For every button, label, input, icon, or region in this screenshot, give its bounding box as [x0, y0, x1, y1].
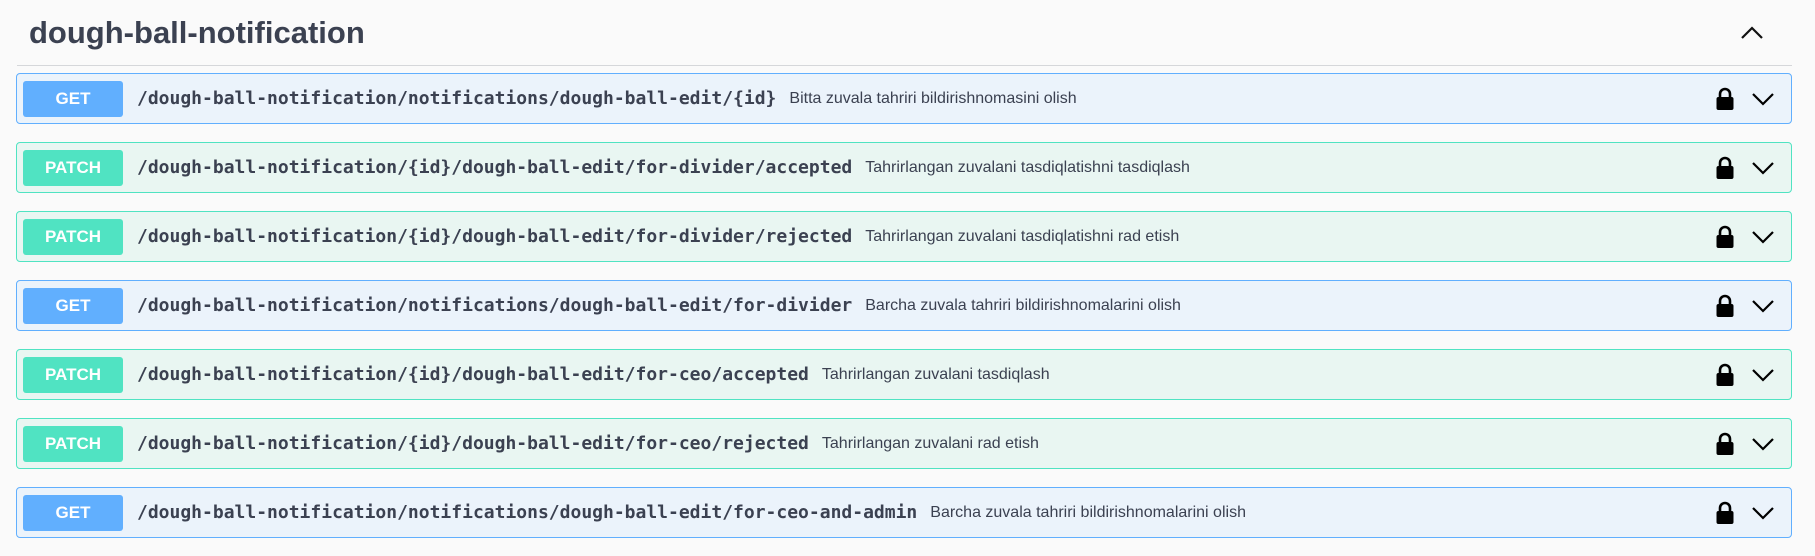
operation-row[interactable]: GET /dough-ball-notification/notificatio…: [16, 280, 1792, 331]
method-badge: GET: [23, 494, 123, 531]
chevron-up-icon: [1741, 25, 1763, 39]
section-title: dough-ball-notification: [29, 14, 365, 50]
operation-path[interactable]: /dough-ball-notification/notifications/d…: [137, 502, 917, 523]
operations-list: GET /dough-ball-notification/notificatio…: [16, 73, 1792, 556]
operation-path[interactable]: /dough-ball-notification/{id}/dough-ball…: [137, 433, 809, 454]
chevron-down-icon[interactable]: [1751, 363, 1775, 387]
operation-path[interactable]: /dough-ball-notification/{id}/dough-ball…: [137, 226, 852, 247]
lock-icon[interactable]: [1715, 500, 1735, 526]
lock-icon[interactable]: [1715, 431, 1735, 457]
method-badge: PATCH: [23, 425, 123, 462]
lock-icon[interactable]: [1715, 362, 1735, 388]
collapse-button[interactable]: [1732, 13, 1772, 53]
operation-row[interactable]: PATCH /dough-ball-notification/{id}/doug…: [16, 418, 1792, 469]
operation-row[interactable]: GET /dough-ball-notification/notificatio…: [16, 73, 1792, 124]
chevron-down-icon[interactable]: [1751, 294, 1775, 318]
operation-summary: Barcha zuvala tahriri bildirishnomalarin…: [930, 503, 1246, 521]
lock-icon[interactable]: [1715, 224, 1735, 250]
operation-row[interactable]: PATCH /dough-ball-notification/{id}/doug…: [16, 211, 1792, 262]
operation-path[interactable]: /dough-ball-notification/{id}/dough-ball…: [137, 157, 852, 178]
section-header[interactable]: dough-ball-notification: [17, 0, 1792, 66]
chevron-down-icon[interactable]: [1751, 156, 1775, 180]
operation-path[interactable]: /dough-ball-notification/notifications/d…: [137, 88, 776, 109]
operation-row[interactable]: GET /dough-ball-notification/notificatio…: [16, 487, 1792, 538]
method-badge: PATCH: [23, 356, 123, 393]
operation-summary: Bitta zuvala tahriri bildirishnomasini o…: [789, 89, 1077, 107]
operation-summary: Tahrirlangan zuvalani tasdiqlatishni rad…: [865, 227, 1180, 245]
operation-summary: Tahrirlangan zuvalani tasdiqlash: [821, 365, 1050, 383]
chevron-down-icon[interactable]: [1751, 501, 1775, 525]
chevron-down-icon[interactable]: [1751, 225, 1775, 249]
method-badge: PATCH: [23, 149, 123, 186]
method-badge: GET: [23, 80, 123, 117]
operation-summary: Tahrirlangan zuvalani tasdiqlatishni tas…: [865, 158, 1190, 176]
operation-row[interactable]: PATCH /dough-ball-notification/{id}/doug…: [16, 349, 1792, 400]
operation-path[interactable]: /dough-ball-notification/notifications/d…: [137, 295, 852, 316]
lock-icon[interactable]: [1715, 86, 1735, 112]
operation-summary: Tahrirlangan zuvalani rad etish: [821, 434, 1039, 452]
chevron-down-icon[interactable]: [1751, 432, 1775, 456]
operation-row[interactable]: PATCH /dough-ball-notification/{id}/doug…: [16, 142, 1792, 193]
lock-icon[interactable]: [1715, 293, 1735, 319]
lock-icon[interactable]: [1715, 155, 1735, 181]
operation-summary: Barcha zuvala tahriri bildirishnomalarin…: [865, 296, 1181, 314]
method-badge: GET: [23, 287, 123, 324]
chevron-down-icon[interactable]: [1751, 87, 1775, 111]
method-badge: PATCH: [23, 218, 123, 255]
operation-path[interactable]: /dough-ball-notification/{id}/dough-ball…: [137, 364, 809, 385]
